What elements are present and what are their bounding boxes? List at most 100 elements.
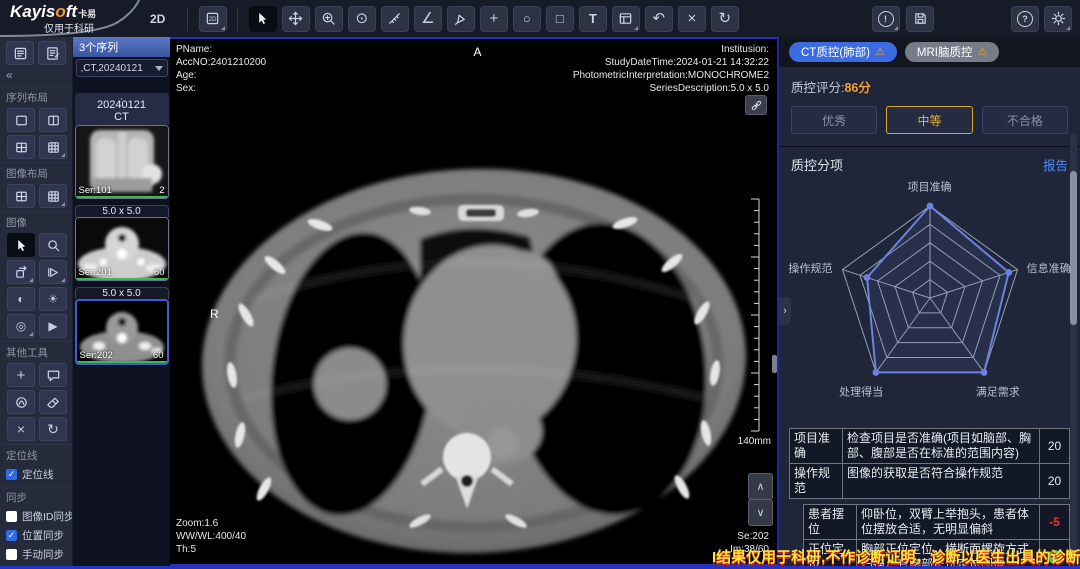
report-panel-button[interactable] (38, 41, 66, 65)
study-label[interactable]: , 20240121 CT (75, 93, 169, 125)
image-cursor-tool-button[interactable] (7, 233, 35, 257)
chevron-right-icon: › (783, 305, 787, 317)
text-tool-icon: T (589, 12, 597, 25)
localizer-line-checkbox[interactable]: ✓ (6, 469, 17, 480)
orientation-anterior-marker: A (474, 45, 482, 59)
tab-mri-brain-qc[interactable]: MRI脑质控⚠ (905, 42, 999, 62)
series-thumbnail-101[interactable]: Ser:1012 (75, 125, 169, 199)
pan-tool-button[interactable] (282, 6, 310, 32)
cursor-tool-button[interactable] (249, 6, 277, 32)
image-brightness-button[interactable]: ☀ (39, 287, 67, 311)
sync-image-id-checkbox[interactable]: ✓ (6, 511, 17, 522)
image-rotate-button[interactable] (7, 260, 35, 284)
angle-tool-button[interactable]: ∠ (414, 6, 442, 32)
rating-fail-button[interactable]: 不合格 (982, 106, 1068, 134)
length-measure-tool-button[interactable] (381, 6, 409, 32)
delete-all-button[interactable]: × (7, 417, 35, 441)
rectangle-roi-tool-button[interactable]: □ (546, 6, 574, 32)
localizer-line-checkbox-row[interactable]: ✓ 定位线 (0, 465, 72, 484)
image-magnify-button[interactable] (39, 233, 67, 257)
main-image-viewport[interactable]: PName: AccNO:2401210200 Age: Sex: Instit… (170, 37, 779, 566)
image-info-overlay-button[interactable] (612, 6, 640, 32)
panel-scrollbar-thumb[interactable] (1070, 171, 1077, 325)
series-thumbnail-201[interactable]: Ser:20160 (75, 217, 169, 281)
table-row[interactable]: 操作规范 图像的获取是否符合操作规范 20 (789, 464, 1070, 499)
settings-button[interactable] (1044, 6, 1072, 32)
previous-slice-button[interactable]: ∧ (748, 473, 773, 500)
logo-subtitle: 仅用于科研 (44, 20, 94, 35)
logo-text: Kayisoft卡易 (10, 2, 96, 22)
series-layout-2x2-button[interactable] (7, 135, 35, 159)
layout-2d-button[interactable]: 2D (199, 6, 227, 32)
study-dropdown[interactable]: ,CT,20240121 (76, 59, 168, 77)
exclamation-icon: ! (878, 11, 894, 27)
save-icon (913, 11, 928, 26)
zoom-tool-button[interactable] (315, 6, 343, 32)
help-button[interactable]: ? (1011, 6, 1039, 32)
radar-chart-svg (785, 176, 1075, 424)
save-button[interactable] (906, 6, 934, 32)
series-layout-1x1-button[interactable] (7, 108, 35, 132)
sync-manual-checkbox[interactable]: ✓ (6, 549, 17, 560)
sync-position-checkbox-row[interactable]: ✓ 位置同步 (0, 526, 72, 545)
window-level-tool-button[interactable]: ⊙ (348, 6, 376, 32)
image-invert-button[interactable]: ◐ (7, 287, 35, 311)
reset-tools-button[interactable]: ↻ (39, 417, 67, 441)
layout-2d-icon: 2D (205, 11, 220, 26)
sync-manual-checkbox-row[interactable]: ✓ 手动同步 (0, 545, 72, 564)
probe-tool-button[interactable]: + (480, 6, 508, 32)
cobb-angle-icon (453, 11, 468, 26)
annotation-stamp-button[interactable] (7, 390, 35, 414)
series-thumbnail-202-selected[interactable]: Ser:20260 (75, 299, 169, 365)
sync-position-checkbox[interactable]: ✓ (6, 530, 17, 541)
ellipse-icon: ○ (523, 12, 531, 25)
series-link-button[interactable] (745, 95, 767, 115)
sync-image-id-checkbox-row[interactable]: ✓ 图像ID同步 (0, 507, 72, 526)
image-preset-wl-button[interactable]: ◎ (7, 314, 35, 338)
image-flip-button[interactable] (39, 260, 67, 284)
mode-2d-label: 2D (150, 12, 165, 26)
layout-3x3-icon (46, 189, 61, 204)
image-layout-2x2-button[interactable] (7, 184, 35, 208)
report-link[interactable]: 报告 (1043, 155, 1068, 174)
qc-score-row: 质控评分:86分 (779, 67, 1080, 98)
layout-2x2-icon (14, 189, 29, 204)
cursor-icon (255, 11, 270, 26)
contrast-icon: ◐ (17, 293, 24, 305)
comment-tool-button[interactable] (39, 363, 67, 387)
text-annotation-tool-button[interactable]: T (579, 6, 607, 32)
toolbar-separator (237, 7, 238, 31)
series-list-panel-button[interactable] (6, 41, 34, 65)
cobb-angle-tool-button[interactable] (447, 6, 475, 32)
ellipse-roi-tool-button[interactable]: ○ (513, 6, 541, 32)
eraser-tool-button[interactable] (39, 390, 67, 414)
next-slice-button[interactable]: ∨ (748, 499, 773, 526)
add-tool-button[interactable]: + (7, 363, 35, 387)
series-layout-custom-button[interactable] (39, 135, 67, 159)
table-row[interactable]: 患者摆位 仰卧位，双臂上举抱头，患者体位摆放合适，无明显偏斜 -5 (803, 504, 1070, 540)
slice-scrollbar-thumb[interactable] (772, 355, 777, 373)
image-layout-custom-button[interactable] (39, 184, 67, 208)
rating-medium-button[interactable]: 中等 (886, 106, 972, 134)
patient-info-overlay: PName: AccNO:2401210200 Age: Sex: (176, 43, 266, 95)
series-layout-1x2-button[interactable] (39, 108, 67, 132)
brightness-icon: ☀ (48, 293, 59, 305)
table-row[interactable]: 正位定位 胸部正位定位，横断面螺旋方式扫描，有胸部正位定位图像 ✓ (803, 540, 1070, 569)
ct-axial-image (170, 39, 777, 566)
series-image-overlay: Se:202 Im:38/60 (730, 530, 769, 556)
undo-button[interactable]: ↶ (645, 6, 673, 32)
panel-expand-button[interactable]: › (779, 297, 791, 325)
report-issue-button[interactable]: ! (872, 6, 900, 32)
tab-ct-lung-qc[interactable]: CT质控(肺部)⚠ (789, 42, 897, 62)
cine-play-button[interactable]: ▶ (39, 314, 67, 338)
table-row[interactable]: 项目准确 检查项目是否准确(项目如脑部、胸部、腹部是否在标准的范围内容) 20 (789, 428, 1070, 464)
radar-axis-label: 项目准确 (908, 179, 952, 195)
reset-icon: ↻ (719, 11, 732, 26)
rating-excellent-button[interactable]: 优秀 (791, 106, 877, 134)
orientation-right-marker: R (210, 307, 219, 321)
sidebar-collapse-button[interactable]: « (0, 67, 72, 84)
reset-view-button[interactable]: ↻ (711, 6, 739, 32)
delete-annotation-button[interactable]: × (678, 6, 706, 32)
plus-icon: + (17, 368, 26, 383)
rectangle-icon: □ (556, 12, 564, 25)
